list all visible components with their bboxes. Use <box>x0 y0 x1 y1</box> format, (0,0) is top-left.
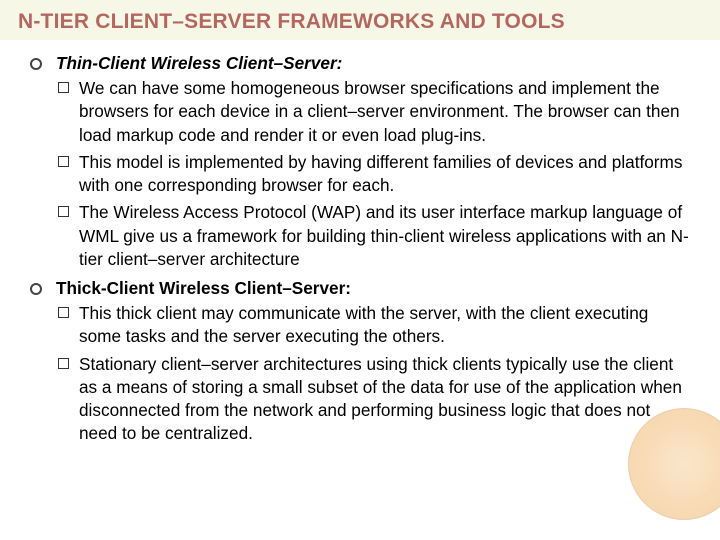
list-item: We can have some homogeneous browser spe… <box>58 77 690 147</box>
circle-bullet-icon <box>30 283 42 295</box>
list-item: This model is implemented by having diff… <box>58 151 690 197</box>
list-item: Stationary client–server architectures u… <box>58 353 690 446</box>
section-2-title: Thick-Client Wireless Client–Server: <box>56 277 351 300</box>
list-item-text: Stationary client–server architectures u… <box>79 353 690 446</box>
slide-title: N-TIER CLIENT–SERVER FRAMEWORKS AND TOOL… <box>18 10 702 34</box>
list-item: This thick client may communicate with t… <box>58 302 690 348</box>
square-bullet-icon <box>58 206 69 217</box>
section-2: Thick-Client Wireless Client–Server: <box>30 277 690 300</box>
list-item-text: This thick client may communicate with t… <box>79 302 690 348</box>
section-1-title: Thin-Client Wireless Client–Server: <box>56 52 342 75</box>
list-item-text: We can have some homogeneous browser spe… <box>79 77 690 147</box>
square-bullet-icon <box>58 82 69 93</box>
square-bullet-icon <box>58 358 69 369</box>
slide-header: N-TIER CLIENT–SERVER FRAMEWORKS AND TOOL… <box>0 0 720 40</box>
square-bullet-icon <box>58 307 69 318</box>
circle-bullet-icon <box>30 58 42 70</box>
list-item-text: This model is implemented by having diff… <box>79 151 690 197</box>
slide-body: Thin-Client Wireless Client–Server: We c… <box>0 40 720 446</box>
list-item-text: The Wireless Access Protocol (WAP) and i… <box>79 201 690 271</box>
list-item: The Wireless Access Protocol (WAP) and i… <box>58 201 690 271</box>
section-1: Thin-Client Wireless Client–Server: <box>30 52 690 75</box>
square-bullet-icon <box>58 156 69 167</box>
